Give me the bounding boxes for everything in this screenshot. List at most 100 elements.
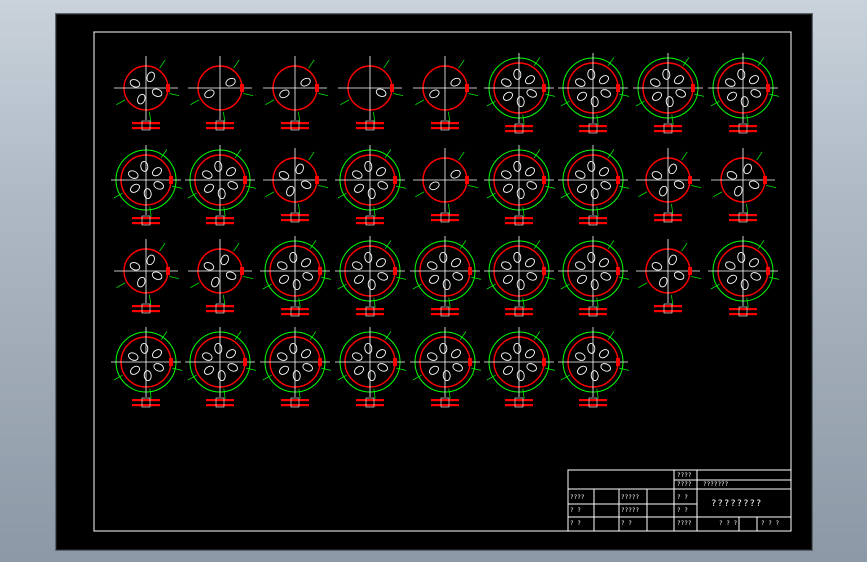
label-bar [431,399,459,402]
keyway-mark [688,267,692,275]
label-bar [206,310,234,313]
part-view [410,327,482,408]
hole [501,170,512,179]
leader-line [545,185,556,189]
hole [140,342,149,354]
label-bar [654,310,682,313]
label-bar [579,399,607,402]
leader-line [448,297,451,308]
leader-line [223,111,226,122]
label-bar [579,130,607,133]
hole [503,183,513,193]
drawing-title: ???????? [711,499,763,509]
leader-line [415,99,425,106]
hole [442,279,451,291]
label-bar [206,305,234,308]
leader-line [691,185,702,189]
leader-line [471,276,482,280]
leader-line [396,276,407,280]
label-bar [431,308,459,311]
leader-line [298,388,301,399]
label-bar [206,222,234,225]
hole [727,91,737,101]
label-bar [281,404,309,407]
hole [575,352,586,361]
hole [376,167,386,177]
hole [204,365,214,375]
hole [217,370,226,382]
hole [226,349,236,359]
leader-line [545,93,556,97]
label-bar [281,122,309,125]
label-bar [356,313,384,316]
label-bar [356,217,384,220]
cell-scale: ? ? ? [719,520,738,527]
label-bar [654,214,682,217]
title-block-label: ???? [677,472,692,479]
leader-line [373,206,376,217]
cell-check-label: ? ? [570,507,581,514]
part-view [558,53,630,134]
label-bar [356,308,384,311]
leader-line [694,93,705,97]
leader-line [223,206,226,217]
label-bar [132,222,160,225]
hole [376,349,386,359]
label-bar [579,313,607,316]
hole [214,342,223,354]
keyway-mark [766,84,770,92]
label-bar [132,310,160,313]
label-bar [505,222,533,225]
label-bar [505,404,533,407]
leader-line [246,367,257,371]
hole [429,181,440,191]
hole [214,160,223,172]
leader-line [448,111,451,122]
hole [451,349,461,359]
hole [665,96,674,108]
hole [217,188,226,200]
hole [668,163,677,175]
keyway-mark [169,176,173,184]
hole [354,183,364,193]
keyway-mark [318,358,322,366]
label-bar [431,313,459,316]
part-view [335,236,407,317]
hole [128,352,139,361]
hole [600,272,611,281]
keyway-mark [616,176,620,184]
leader-line [596,114,599,125]
hole [525,75,535,85]
hole [277,352,288,361]
leader-line [223,294,226,305]
hole [153,181,164,190]
leader-line [396,185,407,189]
leader-line [116,282,126,289]
keyway-mark [465,84,469,92]
keyway-mark [468,358,472,366]
hole [439,251,448,263]
leader-line [318,185,329,189]
label-bar [505,399,533,402]
hole [737,251,746,263]
leader-line [149,388,152,399]
label-bar [505,130,533,133]
hole [277,261,288,270]
hole [202,170,213,179]
hole [526,272,537,281]
hole [590,279,599,291]
leader-line [246,185,257,189]
label-bar [281,399,309,402]
keyway-mark [393,358,397,366]
leader-line [298,297,301,308]
hole [129,262,141,271]
hole [727,274,737,284]
label-bar [281,127,309,130]
label-bar [431,214,459,217]
hole [452,272,463,281]
hole [429,274,439,284]
keyway-mark [542,176,546,184]
hole [526,89,537,98]
label-bar [281,219,309,222]
part-view [335,145,407,226]
